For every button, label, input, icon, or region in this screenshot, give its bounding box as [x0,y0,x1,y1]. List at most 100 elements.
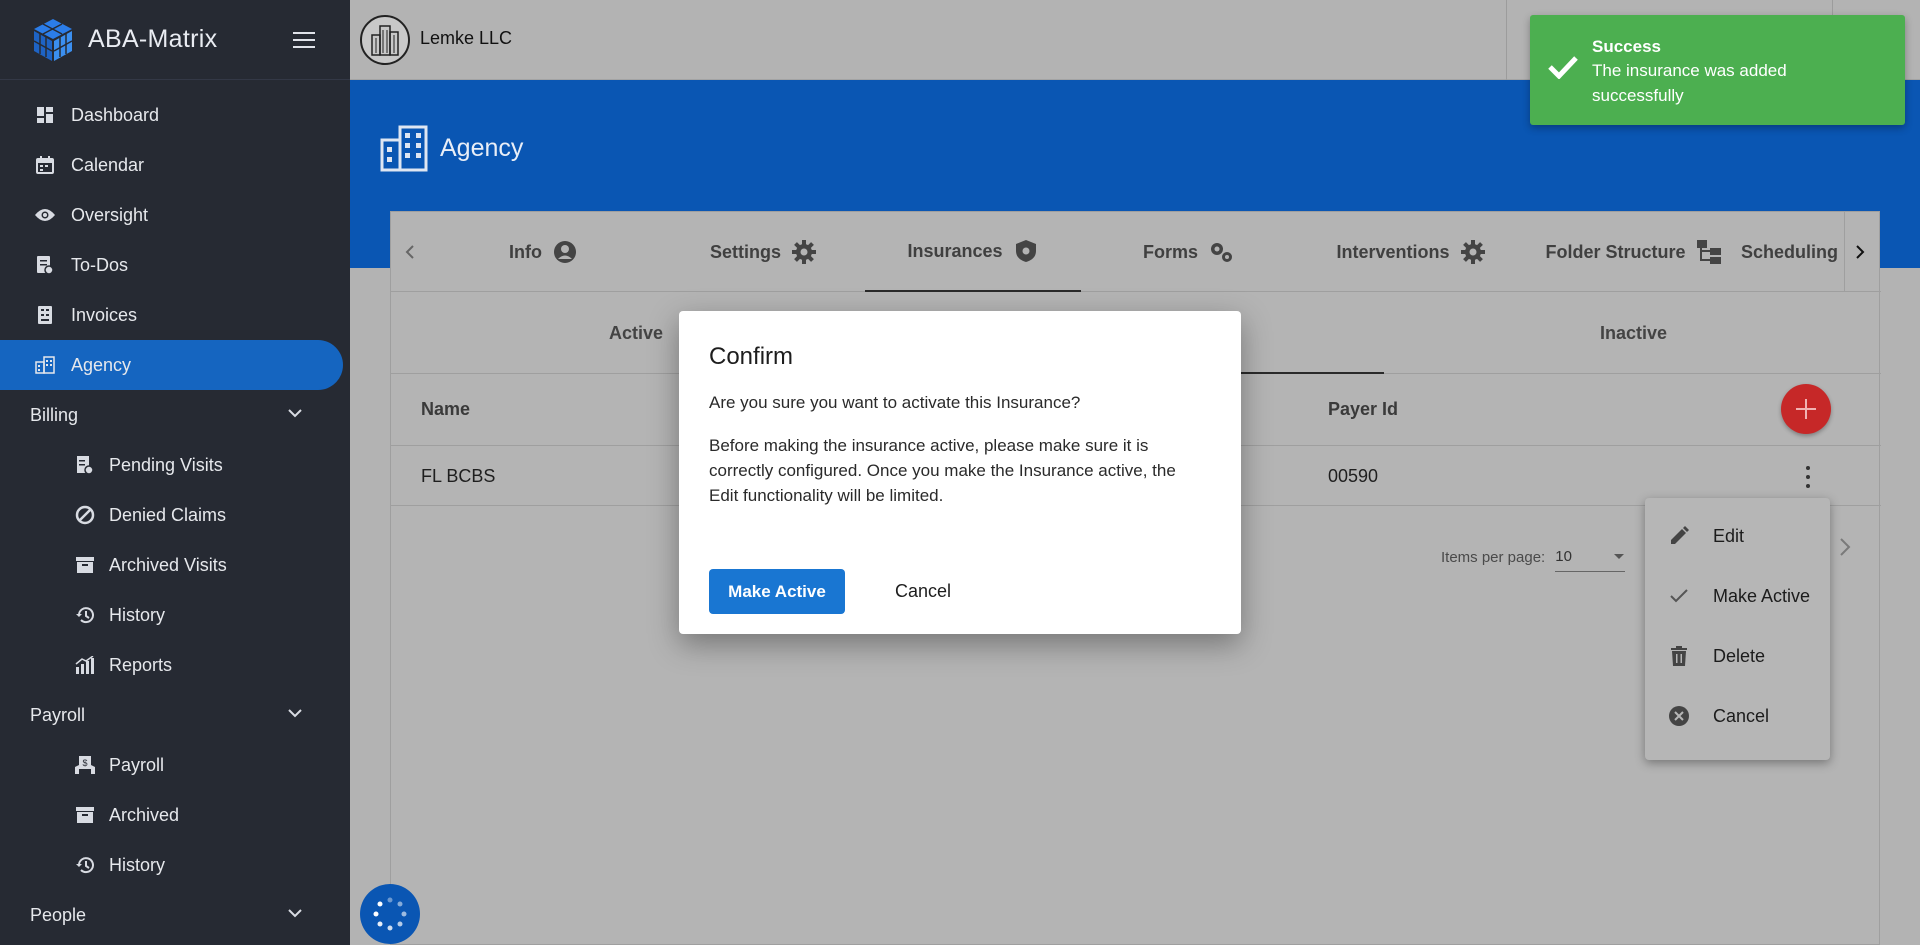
sidebar-item-label: Invoices [71,304,138,325]
tab-interventions[interactable]: Interventions [1296,212,1526,292]
menu-item-delete[interactable]: Delete [1645,626,1830,686]
paginator: Items per page: 10 [1441,542,1626,572]
sidebar-item-label: Oversight [71,204,149,225]
menu-item-label: Cancel [1713,705,1770,726]
cancel-button[interactable]: Cancel [880,571,966,612]
tab-forms[interactable]: Forms [1081,212,1296,292]
loading-spinner-icon [360,884,420,944]
dialog-title: Confirm [709,343,794,370]
toast-title: Success [1592,37,1661,56]
company-name[interactable]: Lemke LLC [420,28,512,49]
chevron-down-icon [288,409,302,418]
sidebar-group-label: People [30,904,87,925]
items-per-page-label: Items per page: [1441,548,1546,566]
history-icon [75,855,95,875]
make-active-button[interactable]: Make Active [709,569,845,614]
dialog-message: Before making the insurance active, plea… [709,436,1176,505]
header-divider [1506,0,1507,80]
sidebar-item-label: Archived Visits [109,554,227,575]
check-icon [1667,584,1691,608]
menu-item-cancel[interactable]: Cancel [1645,686,1830,746]
todo-list-icon [35,255,55,275]
tab-label: Insurances [907,240,1003,261]
subtab-label: Inactive [1599,322,1668,343]
bar-chart-icon [75,655,95,675]
sidebar-item-agency[interactable]: Agency [0,340,343,390]
trash-icon [1667,644,1691,668]
sidebar-item-denied-claims[interactable]: Denied Claims [0,490,350,540]
sidebar-group-billing[interactable]: Billing [0,390,350,440]
app-name: ABA-Matrix [88,25,218,53]
menu-item-label: Delete [1713,645,1766,666]
gear-icon [791,239,817,265]
sidebar-item-reports[interactable]: Reports [0,640,350,690]
menu-item-make-active[interactable]: Make Active [1645,566,1830,626]
sidebar-item-payroll[interactable]: $ Payroll [0,740,350,790]
items-per-page-value: 10 [1555,548,1572,565]
chevron-left-icon [405,245,414,259]
shield-icon [1013,238,1039,264]
column-header-payer-id[interactable]: Payer Id [1328,399,1398,420]
archive-icon [75,555,95,575]
building-icon [380,125,428,172]
company-logo [360,15,410,65]
menu-toggle-icon[interactable] [293,32,315,48]
cell-name: FL BCBS [421,466,496,486]
sidebar-item-label: History [109,854,166,875]
sidebar-item-payroll-archived[interactable]: Archived [0,790,350,840]
tab-label: Info [509,241,542,262]
sidebar-item-dashboard[interactable]: Dashboard [0,90,350,140]
tabs-scroll-right-button[interactable] [1844,212,1874,292]
sidebar-group-payroll[interactable]: Payroll [0,690,350,740]
sidebar-item-archived-visits[interactable]: Archived Visits [0,540,350,590]
tab-info[interactable]: Info [431,212,656,292]
add-insurance-button[interactable] [1781,384,1831,434]
column-header-name[interactable]: Name [421,399,470,420]
caret-down-icon [1614,553,1625,559]
menu-item-edit[interactable]: Edit [1645,506,1830,566]
tab-settings[interactable]: Settings [656,212,871,292]
eye-icon [35,205,55,225]
sidebar-item-label: Agency [71,354,132,375]
tab-folder-structure[interactable]: Folder Structure [1526,212,1741,292]
next-page-button[interactable] [1839,537,1851,562]
sidebar-group-label: Payroll [30,704,86,725]
subtab-label: Active [608,322,664,343]
sidebar-item-label: To-Dos [71,254,129,275]
calendar-icon [35,155,55,175]
items-per-page-select[interactable]: 10 [1555,542,1626,572]
sidebar-item-label: Archived [109,804,180,825]
sidebar: ABA-Matrix Dashboard Calendar Oversight … [0,0,350,945]
tab-label: Scheduling [1741,241,1839,262]
block-icon [75,505,95,525]
sidebar-group-people[interactable]: People [0,890,350,940]
sidebar-group-label: Billing [30,404,79,425]
archive-icon [75,805,95,825]
sidebar-item-todos[interactable]: To-Dos [0,240,350,290]
sidebar-item-calendar[interactable]: Calendar [0,140,350,190]
success-toast[interactable]: Success The insurance was added successf… [1530,15,1905,125]
folder-tree-icon [1696,239,1722,265]
tab-insurances[interactable]: Insurances [865,212,1081,292]
dialog-question: Are you sure you want to activate this I… [709,393,1081,412]
chevron-right-icon [1855,245,1864,259]
tab-scheduling[interactable]: Scheduling [1741,212,1841,292]
sidebar-item-oversight[interactable]: Oversight [0,190,350,240]
sidebar-item-payroll-history[interactable]: History [0,840,350,890]
sidebar-item-billing-history[interactable]: History [0,590,350,640]
sidebar-item-label: Calendar [71,154,145,175]
tabs-scroll-left-button[interactable] [395,234,425,270]
chevron-down-icon [288,909,302,918]
tab-label: Folder Structure [1545,241,1686,262]
row-actions-icon[interactable] [1803,466,1813,488]
subtab-inactive[interactable]: Inactive [1386,292,1881,374]
pencil-icon [1667,524,1691,548]
building-icon [35,355,55,375]
sidebar-item-label: Payroll [109,754,165,775]
sidebar-item-pending-visits[interactable]: Pending Visits [0,440,350,490]
svg-text:$: $ [82,758,87,768]
cancel-circle-icon [1667,704,1691,728]
chevron-right-icon [1840,538,1851,556]
tab-label: Settings [709,241,781,262]
sidebar-item-invoices[interactable]: Invoices [0,290,350,340]
